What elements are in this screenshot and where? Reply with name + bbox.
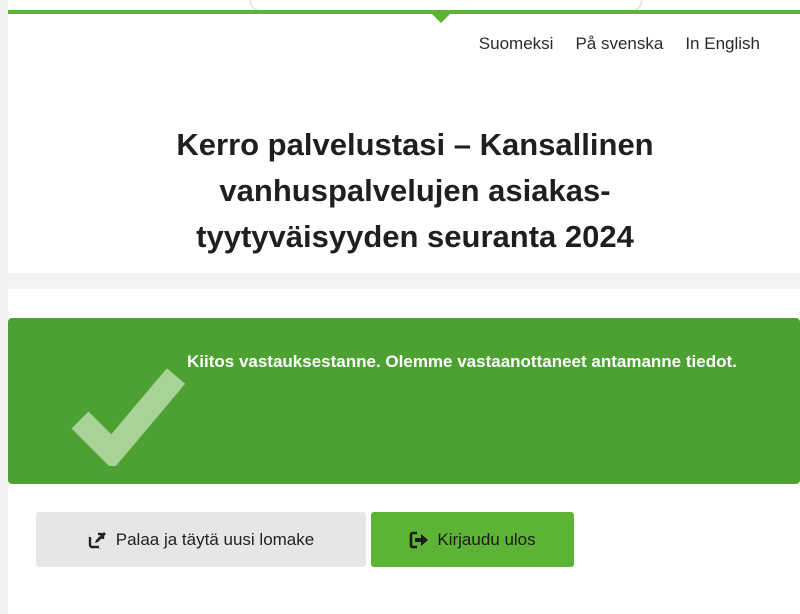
language-link-swedish[interactable]: På svenska [575, 34, 663, 54]
section-divider [8, 273, 800, 289]
header-notch [431, 13, 451, 23]
language-link-english[interactable]: In English [685, 34, 760, 54]
success-alert: Kiitos vastauksestanne. Olemme vastaanot… [8, 318, 800, 484]
page-title: Kerro palvelustasi – Kansallinen vanhusp… [176, 127, 654, 254]
logout-button[interactable]: Kirjaudu ulos [371, 512, 574, 567]
language-switcher: Suomeksi På svenska In English [479, 34, 760, 54]
new-form-button[interactable]: Palaa ja täytä uusi lomake [36, 512, 366, 567]
header-accent-bar [8, 10, 800, 14]
checkmark-icon [71, 368, 186, 466]
sign-out-icon [410, 531, 429, 548]
logout-button-label: Kirjaudu ulos [437, 529, 536, 549]
edit-icon [88, 530, 106, 548]
success-message: Kiitos vastauksestanne. Olemme vastaanot… [187, 352, 737, 371]
new-form-button-label: Palaa ja täytä uusi lomake [115, 529, 315, 549]
language-link-finnish[interactable]: Suomeksi [479, 34, 554, 54]
